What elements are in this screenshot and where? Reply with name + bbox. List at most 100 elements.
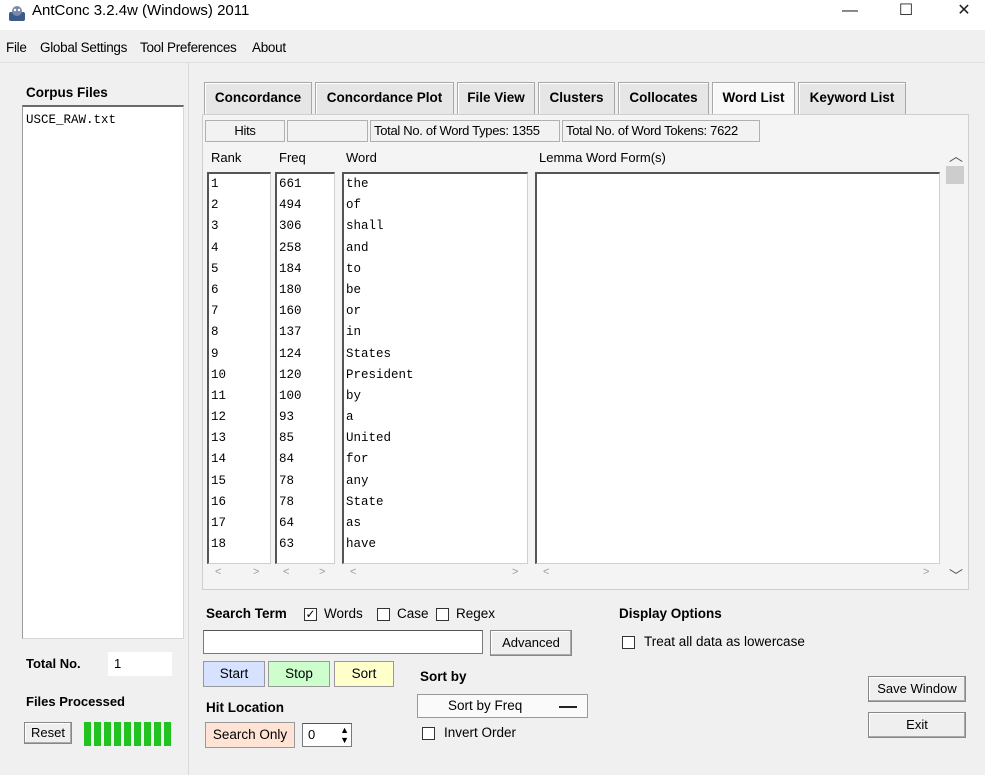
rank-cell[interactable]: 9 [209,344,270,365]
rank-cell[interactable]: 15 [209,471,270,492]
word-cell[interactable]: by [344,386,527,407]
advanced-button[interactable]: Advanced [490,630,572,656]
word-cell[interactable]: shall [344,216,527,237]
word-cell[interactable]: a [344,407,527,428]
rank-cell[interactable]: 16 [209,492,270,513]
rank-cell[interactable]: 12 [209,407,270,428]
rank-cell[interactable]: 2 [209,195,270,216]
menu-file[interactable]: File [6,40,27,55]
word-column-header[interactable]: Word [342,146,528,170]
rank-cell[interactable]: 4 [209,238,270,259]
rank-column[interactable]: 1 2 3 4 5 6 7 8 9 10 11 12 13 14 15 16 17 18 [207,172,271,564]
tab-collocates[interactable]: Collocates [618,82,709,114]
rank-cell[interactable]: 8 [209,322,270,343]
rank-cell[interactable]: 5 [209,259,270,280]
lemma-column[interactable] [535,172,940,564]
word-cell[interactable]: for [344,449,527,470]
lowercase-checkbox[interactable] [622,636,635,649]
rank-cell[interactable]: 18 [209,534,270,555]
sort-by-dropdown[interactable]: Sort by Freq [417,694,588,718]
menu-about[interactable]: About [252,40,286,55]
word-cell[interactable]: or [344,301,527,322]
freq-cell[interactable]: 160 [277,301,334,322]
word-cell[interactable]: and [344,238,527,259]
freq-cell[interactable]: 180 [277,280,334,301]
start-button[interactable]: Start [203,661,265,687]
words-checkbox[interactable]: ✓ [304,608,317,621]
rank-hscrollbar[interactable]: < > [207,564,271,580]
menu-global-settings[interactable]: Global Settings [40,40,127,55]
stop-button[interactable]: Stop [268,661,330,687]
freq-cell[interactable]: 494 [277,195,334,216]
menu-tool-preferences[interactable]: Tool Preferences [140,40,237,55]
rank-cell[interactable]: 17 [209,513,270,534]
rank-cell[interactable]: 11 [209,386,270,407]
rank-cell[interactable]: 6 [209,280,270,301]
rank-cell[interactable]: 3 [209,216,270,237]
reset-button[interactable]: Reset [24,722,72,744]
freq-cell[interactable]: 78 [277,492,334,513]
sort-button[interactable]: Sort [334,661,394,687]
rank-column-header[interactable]: Rank [207,146,271,170]
minimize-button[interactable]: — [830,2,870,22]
word-cell[interactable]: States [344,344,527,365]
exit-button[interactable]: Exit [868,712,966,738]
word-hscrollbar[interactable]: < > [342,564,528,580]
word-cell[interactable]: any [344,471,527,492]
freq-cell[interactable]: 63 [277,534,334,555]
corpus-file-item[interactable]: USCE_RAW.txt [26,113,116,127]
search-only-button[interactable]: Search Only [205,722,295,748]
freq-cell[interactable]: 85 [277,428,334,449]
tab-concordance-plot[interactable]: Concordance Plot [315,82,454,114]
search-term-input[interactable] [203,630,483,654]
word-cell[interactable]: to [344,259,527,280]
tab-keyword-list[interactable]: Keyword List [798,82,906,114]
freq-cell[interactable]: 93 [277,407,334,428]
scroll-down-arrow-icon[interactable]: ﹀ [949,566,963,586]
rank-cell[interactable]: 10 [209,365,270,386]
freq-cell[interactable]: 78 [277,471,334,492]
corpus-file-list[interactable]: USCE_RAW.txt [22,105,184,639]
freq-cell[interactable]: 258 [277,238,334,259]
word-cell[interactable]: as [344,513,527,534]
freq-column-header[interactable]: Freq [275,146,335,170]
freq-cell[interactable]: 84 [277,449,334,470]
tab-clusters[interactable]: Clusters [538,82,615,114]
freq-cell[interactable]: 184 [277,259,334,280]
case-checkbox[interactable] [377,608,390,621]
freq-cell[interactable]: 124 [277,344,334,365]
word-column[interactable]: the of shall and to be or in States President by a U… [342,172,528,564]
word-cell[interactable]: have [344,534,527,555]
freq-cell[interactable]: 100 [277,386,334,407]
close-button[interactable]: ✕ [944,2,984,22]
word-cell[interactable]: President [344,365,527,386]
list-vscrollbar[interactable] [945,146,965,586]
tab-file-view[interactable]: File View [457,82,535,114]
word-cell[interactable]: United [344,428,527,449]
word-cell[interactable]: be [344,280,527,301]
rank-cell[interactable]: 7 [209,301,270,322]
word-cell[interactable]: the [344,174,527,195]
save-window-button[interactable]: Save Window [868,676,966,702]
freq-hscrollbar[interactable]: < > [275,564,335,580]
freq-cell[interactable]: 137 [277,322,334,343]
rank-cell[interactable]: 14 [209,449,270,470]
word-cell[interactable]: State [344,492,527,513]
freq-cell[interactable]: 661 [277,174,334,195]
tab-concordance[interactable]: Concordance [204,82,312,114]
vscroll-thumb[interactable] [946,166,964,184]
rank-cell[interactable]: 1 [209,174,270,195]
maximize-button[interactable]: ☐ [886,2,926,22]
tab-word-list[interactable]: Word List [712,82,795,114]
word-cell[interactable]: of [344,195,527,216]
regex-checkbox[interactable] [436,608,449,621]
rank-cell[interactable]: 13 [209,428,270,449]
hit-location-spinner[interactable]: 0 ▲ ▼ [302,723,352,747]
freq-cell[interactable]: 64 [277,513,334,534]
lemma-column-header[interactable]: Lemma Word Form(s) [535,146,935,170]
invert-order-checkbox[interactable] [422,727,435,740]
freq-cell[interactable]: 306 [277,216,334,237]
word-cell[interactable]: in [344,322,527,343]
freq-cell[interactable]: 120 [277,365,334,386]
spinner-arrows-icon[interactable]: ▲ ▼ [340,725,349,745]
